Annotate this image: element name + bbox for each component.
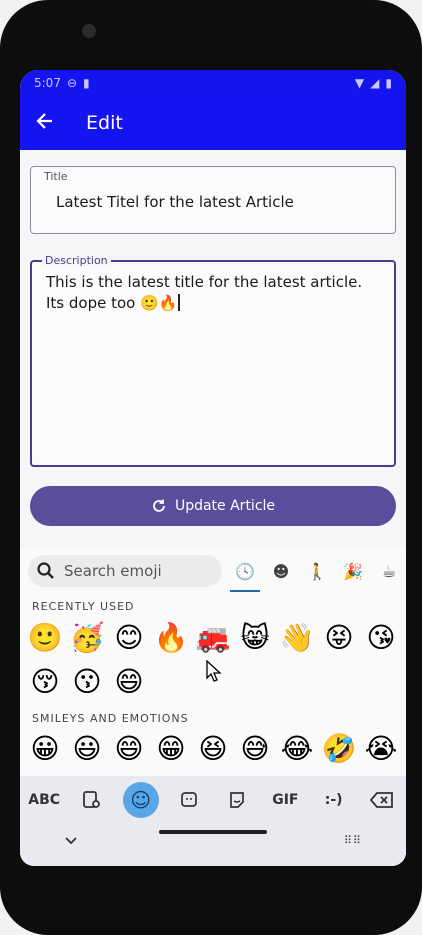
emoji-key[interactable]: 😂	[276, 728, 318, 768]
emoji-key[interactable]: 😊	[108, 617, 150, 657]
title-field[interactable]: Title Latest Titel for the latest Articl…	[30, 166, 396, 234]
emoji-key[interactable]: 😁	[150, 728, 192, 768]
emoji-search-input[interactable]: Search emoji	[28, 555, 222, 587]
sticker-search-icon[interactable]	[74, 782, 110, 818]
emoji-key[interactable]: 😭	[360, 728, 402, 768]
keyboard-toolbar: ABC ☺ GIF :-)	[20, 776, 406, 824]
update-article-label: Update Article	[174, 498, 276, 514]
wifi-icon: ▼	[354, 76, 365, 90]
emoticon-key[interactable]: :-)	[316, 782, 352, 818]
emoji-key[interactable]: 😄	[108, 661, 150, 701]
emoji-key[interactable]: 😗	[66, 661, 108, 701]
emoji-key[interactable]: 😸	[234, 617, 276, 657]
emoji-key[interactable]: 🙂	[24, 617, 66, 657]
emoji-keyboard: Search emoji 🕓 ☻ 🚶 🎉 ☕ RECENTLY USED 🙂 🥳…	[20, 548, 406, 866]
emoji-key[interactable]: 😝	[318, 617, 360, 657]
recent-emoji-row-1: 🙂 🥳 😊 🔥 🚒 😸 👋 😝 😘	[24, 617, 402, 657]
home-gesture-bar[interactable]	[159, 830, 267, 834]
update-article-button[interactable]: Update Article	[30, 486, 396, 526]
emoji-key[interactable]: 🥳	[66, 617, 108, 657]
text-caret	[178, 294, 181, 311]
emoji-key[interactable]: 😄	[108, 728, 150, 768]
signal-icon: ◢	[370, 76, 380, 90]
navigation-bar: ⠿⠿	[20, 824, 406, 866]
person-category-icon[interactable]: 🚶	[304, 558, 330, 584]
status-bar: 5:07 ⊖ ▮ ▼ ◢ ▮	[20, 70, 406, 96]
emoji-key[interactable]: 😆	[192, 728, 234, 768]
emoji-key[interactable]: 😘	[360, 617, 402, 657]
emoji-key[interactable]: 😀	[24, 728, 66, 768]
emoji-key[interactable]: 🔥	[150, 617, 192, 657]
description-field-label: Description	[42, 254, 111, 267]
emoji-key[interactable]: 😅	[234, 728, 276, 768]
sticker-icon[interactable]	[171, 782, 207, 818]
phone-frame: 5:07 ⊖ ▮ ▼ ◢ ▮ Edit Title Latest Titel f…	[0, 0, 422, 935]
description-text: This is the latest title for the latest …	[46, 273, 363, 312]
activity-category-icon[interactable]: 🎉	[340, 558, 366, 584]
description-field-value: This is the latest title for the latest …	[46, 272, 380, 314]
backspace-icon[interactable]	[364, 782, 400, 818]
smileys-label: SMILEYS AND EMOTIONS	[32, 712, 189, 725]
chevron-down-icon[interactable]	[64, 834, 78, 850]
title-field-value: Latest Titel for the latest Article	[56, 193, 294, 211]
smileys-emoji-row: 😀 😃 😄 😁 😆 😅 😂 🤣 😭	[24, 728, 402, 768]
emoji-search-placeholder: Search emoji	[64, 562, 162, 580]
emoji-key[interactable]: 😚	[24, 661, 66, 701]
app-bar: Edit	[20, 96, 406, 150]
sim-icon: ▮	[83, 76, 90, 90]
search-icon	[37, 562, 54, 579]
emoji-key[interactable]: 🚒	[192, 617, 234, 657]
refresh-icon	[153, 499, 165, 512]
battery-icon: ▮	[385, 76, 392, 90]
page-title: Edit	[86, 112, 123, 134]
status-icons: ▼ ◢ ▮	[355, 76, 392, 90]
bitmoji-icon[interactable]	[219, 782, 255, 818]
abc-key[interactable]: ABC	[26, 782, 62, 818]
camera-icon	[82, 24, 96, 38]
screen: 5:07 ⊖ ▮ ▼ ◢ ▮ Edit Title Latest Titel f…	[20, 70, 406, 866]
description-field[interactable]: Description This is the latest title for…	[30, 254, 396, 467]
recent-category-icon[interactable]: 🕓	[230, 558, 260, 592]
emoji-key[interactable]: 😃	[66, 728, 108, 768]
status-time: 5:07	[34, 76, 61, 90]
recently-used-label: RECENTLY USED	[32, 600, 135, 613]
emoji-key[interactable]: 👋	[276, 617, 318, 657]
emoji-tab-icon[interactable]: ☺	[122, 782, 159, 818]
keyboard-switch-icon[interactable]: ⠿⠿	[344, 834, 362, 847]
recent-emoji-row-2: 😚 😗 😄	[24, 661, 150, 701]
back-arrow-icon[interactable]	[20, 111, 70, 136]
sync-icon: ⊖	[66, 76, 78, 90]
emoji-key[interactable]: 🤣	[318, 728, 360, 768]
gif-key[interactable]: GIF	[267, 782, 303, 818]
food-category-icon[interactable]: ☕	[376, 558, 402, 584]
smiley-category-icon[interactable]: ☻	[268, 558, 294, 584]
title-field-label: Title	[41, 170, 71, 183]
emoji-search-row: Search emoji 🕓 ☻ 🚶 🎉 ☕	[28, 554, 406, 592]
